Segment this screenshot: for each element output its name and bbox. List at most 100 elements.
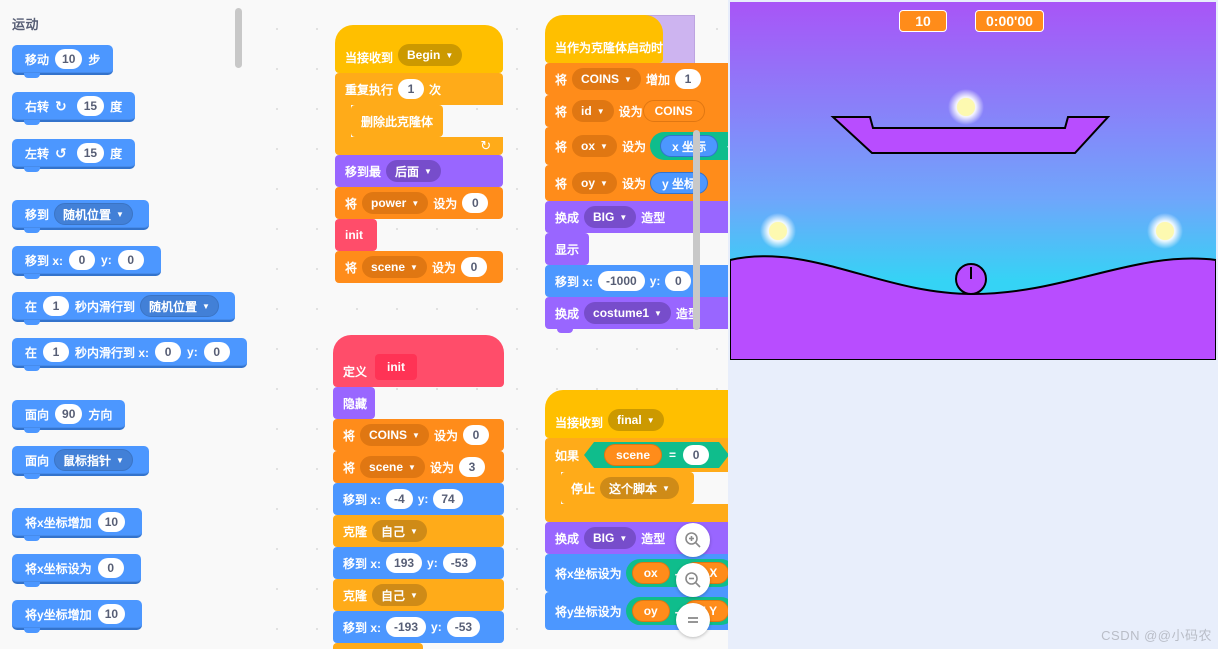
goto-xy-minus1000-block[interactable]: 移到 x: -1000 y: 0: [545, 265, 728, 297]
x-input[interactable]: -4: [386, 489, 413, 509]
x-input[interactable]: -1000: [598, 271, 645, 291]
block-dropdown[interactable]: 随机位置 ▼: [54, 203, 133, 225]
palette-block-turn-right[interactable]: 右转 ↻ 15 度: [12, 92, 136, 125]
value-input[interactable]: 3: [458, 457, 485, 477]
repeat-header[interactable]: 重复执行 1 次: [335, 73, 504, 105]
set-coins-block[interactable]: 将 COINS ▼ 设为 0: [333, 419, 504, 451]
block-input-x[interactable]: 0: [69, 250, 96, 270]
custom-block-prototype[interactable]: init: [375, 354, 418, 380]
block-input[interactable]: 10: [55, 49, 83, 69]
goto-xy-3-block[interactable]: 移到 x: -193 y: -53: [333, 611, 504, 643]
costume-dropdown[interactable]: costume1 ▼: [584, 302, 671, 324]
workspace-zoom-controls[interactable]: [676, 523, 710, 637]
workspace-scrollbar[interactable]: [693, 130, 700, 330]
addition-operator-block[interactable]: x 坐标 +: [649, 132, 728, 160]
show-block[interactable]: 显示: [545, 233, 589, 265]
equals-operator-block[interactable]: scene = 0: [584, 442, 728, 468]
costume-dropdown[interactable]: BIG ▼: [584, 527, 637, 549]
go-to-layer-block[interactable]: 移到最 后面 ▼: [335, 155, 504, 187]
goto-xy-2-block[interactable]: 移到 x: 193 y: -53: [333, 547, 504, 579]
event-when-i-receive-begin[interactable]: 当接收到 Begin ▼: [335, 25, 504, 73]
palette-block-go-to-xy[interactable]: 移到 x: 0 y: 0: [12, 246, 161, 279]
block-palette[interactable]: 运动 移动 10 步 右转 ↻ 15 度 左转 ↺ 15 度 移到 随机位置 ▼…: [0, 0, 248, 649]
block-input-secs[interactable]: 1: [43, 342, 70, 362]
variable-dropdown[interactable]: scene ▼: [360, 456, 425, 478]
block-input[interactable]: 15: [76, 143, 105, 163]
block-input[interactable]: 10: [97, 604, 126, 624]
message-dropdown[interactable]: final ▼: [608, 409, 664, 431]
block-input[interactable]: 0: [97, 558, 124, 578]
set-scene-3-block[interactable]: 将 scene ▼ 设为 3: [333, 451, 504, 483]
y-input[interactable]: 0: [665, 271, 692, 291]
y-input[interactable]: 74: [433, 489, 463, 509]
block-input[interactable]: 15: [76, 96, 105, 116]
value-input[interactable]: 0: [683, 445, 709, 465]
y-input[interactable]: -53: [446, 617, 481, 637]
block-input-x[interactable]: 0: [155, 342, 182, 362]
stop-target-dropdown[interactable]: 这个脚本 ▼: [600, 477, 679, 499]
block-dropdown[interactable]: 随机位置 ▼: [140, 295, 219, 317]
block-input-y[interactable]: 0: [117, 250, 144, 270]
palette-block-point-towards[interactable]: 面向 鼠标指针 ▼: [12, 446, 149, 479]
call-init-block[interactable]: init: [335, 219, 377, 255]
x-input[interactable]: 193: [386, 553, 423, 573]
zoom-out-button[interactable]: [676, 563, 710, 597]
block-dropdown[interactable]: 鼠标指针 ▼: [54, 449, 133, 471]
clone-self-3-block-partial[interactable]: [333, 643, 423, 649]
value-input[interactable]: 1: [674, 69, 701, 89]
y-input[interactable]: -53: [442, 553, 477, 573]
clone-target-dropdown[interactable]: 自己 ▼: [372, 520, 427, 542]
block-input-secs[interactable]: 1: [43, 296, 70, 316]
palette-scrollbar[interactable]: [235, 8, 242, 68]
value-input[interactable]: 0: [460, 257, 487, 277]
palette-block-change-y-by[interactable]: 将y坐标增加 10: [12, 600, 143, 633]
repeat-count-input[interactable]: 1: [398, 79, 425, 99]
set-id-block[interactable]: 将 id ▼ 设为 COINS: [545, 95, 728, 127]
stage[interactable]: 10 0:00'00: [730, 2, 1216, 360]
message-dropdown[interactable]: Begin ▼: [398, 44, 463, 66]
palette-block-glide-to-xy[interactable]: 在 1 秒内滑行到 x: 0 y: 0: [12, 338, 247, 371]
palette-block-glide-to-random[interactable]: 在 1 秒内滑行到 随机位置 ▼: [12, 292, 235, 325]
layer-dropdown[interactable]: 后面 ▼: [386, 160, 441, 182]
value-input[interactable]: 0: [462, 193, 489, 213]
script-clone-start[interactable]: 当作为克隆体启动时 将 COINS ▼ 增加 1 将 id ▼ 设为 COINS: [545, 15, 728, 333]
variable-dropdown[interactable]: power ▼: [362, 192, 429, 214]
variable-dropdown[interactable]: ox ▼: [572, 135, 617, 157]
clone-target-dropdown[interactable]: 自己 ▼: [372, 584, 427, 606]
variable-dropdown[interactable]: oy ▼: [572, 172, 617, 194]
delete-this-clone-block[interactable]: 删除此克隆体: [351, 105, 444, 137]
palette-block-point-in-direction[interactable]: 面向 90 方向: [12, 400, 126, 433]
when-i-start-as-clone-hat[interactable]: 当作为克隆体启动时: [545, 15, 663, 63]
set-power-block[interactable]: 将 power ▼ 设为 0: [335, 187, 504, 219]
script-define-init[interactable]: 定义 init 隐藏 将 COINS ▼ 设为 0 将 scene ▼ 设为 3…: [333, 335, 504, 649]
hide-block[interactable]: 隐藏: [333, 387, 375, 419]
oy-variable-reporter[interactable]: oy: [631, 600, 670, 622]
zoom-in-button[interactable]: [676, 523, 710, 557]
stop-script-block[interactable]: 停止 这个脚本 ▼: [561, 472, 694, 504]
ox-variable-reporter[interactable]: ox: [631, 562, 670, 584]
define-init-hat[interactable]: 定义 init: [333, 335, 504, 387]
costume-dropdown[interactable]: BIG ▼: [584, 206, 637, 228]
palette-block-turn-left[interactable]: 左转 ↺ 15 度: [12, 139, 136, 172]
change-coins-block[interactable]: 将 COINS ▼ 增加 1: [545, 63, 728, 95]
palette-block-change-x-by[interactable]: 将x坐标增加 10: [12, 508, 143, 541]
set-scene-block[interactable]: 将 scene ▼ 设为 0: [335, 251, 504, 283]
block-input[interactable]: 10: [97, 512, 126, 532]
set-ox-block[interactable]: 将 ox ▼ 设为 x 坐标 +: [545, 127, 728, 165]
control-if[interactable]: 如果 scene = 0 那么 停止 这个脚本 ▼: [545, 438, 728, 522]
control-repeat[interactable]: 重复执行 1 次 删除此克隆体 ↻: [335, 73, 504, 155]
goto-xy-1-block[interactable]: 移到 x: -4 y: 74: [333, 483, 504, 515]
palette-block-move-steps[interactable]: 移动 10 步: [12, 45, 114, 78]
set-oy-block[interactable]: 将 oy ▼ 设为 y 坐标: [545, 165, 728, 201]
variable-dropdown[interactable]: scene ▼: [362, 256, 427, 278]
x-input[interactable]: -193: [386, 617, 427, 637]
x-position-reporter[interactable]: x 坐标: [659, 135, 718, 157]
switch-costume-big-block[interactable]: 换成 BIG ▼ 造型: [545, 201, 728, 233]
switch-costume1-block[interactable]: 换成 costume1 ▼ 造型: [545, 297, 728, 333]
coins-variable-reporter[interactable]: COINS: [642, 100, 705, 122]
block-input-y[interactable]: 0: [203, 342, 230, 362]
variable-dropdown[interactable]: COINS ▼: [572, 68, 641, 90]
event-when-i-receive-final[interactable]: 当接收到 final ▼: [545, 390, 728, 438]
if-header[interactable]: 如果 scene = 0 那么: [545, 438, 728, 472]
zoom-reset-button[interactable]: [676, 603, 710, 637]
